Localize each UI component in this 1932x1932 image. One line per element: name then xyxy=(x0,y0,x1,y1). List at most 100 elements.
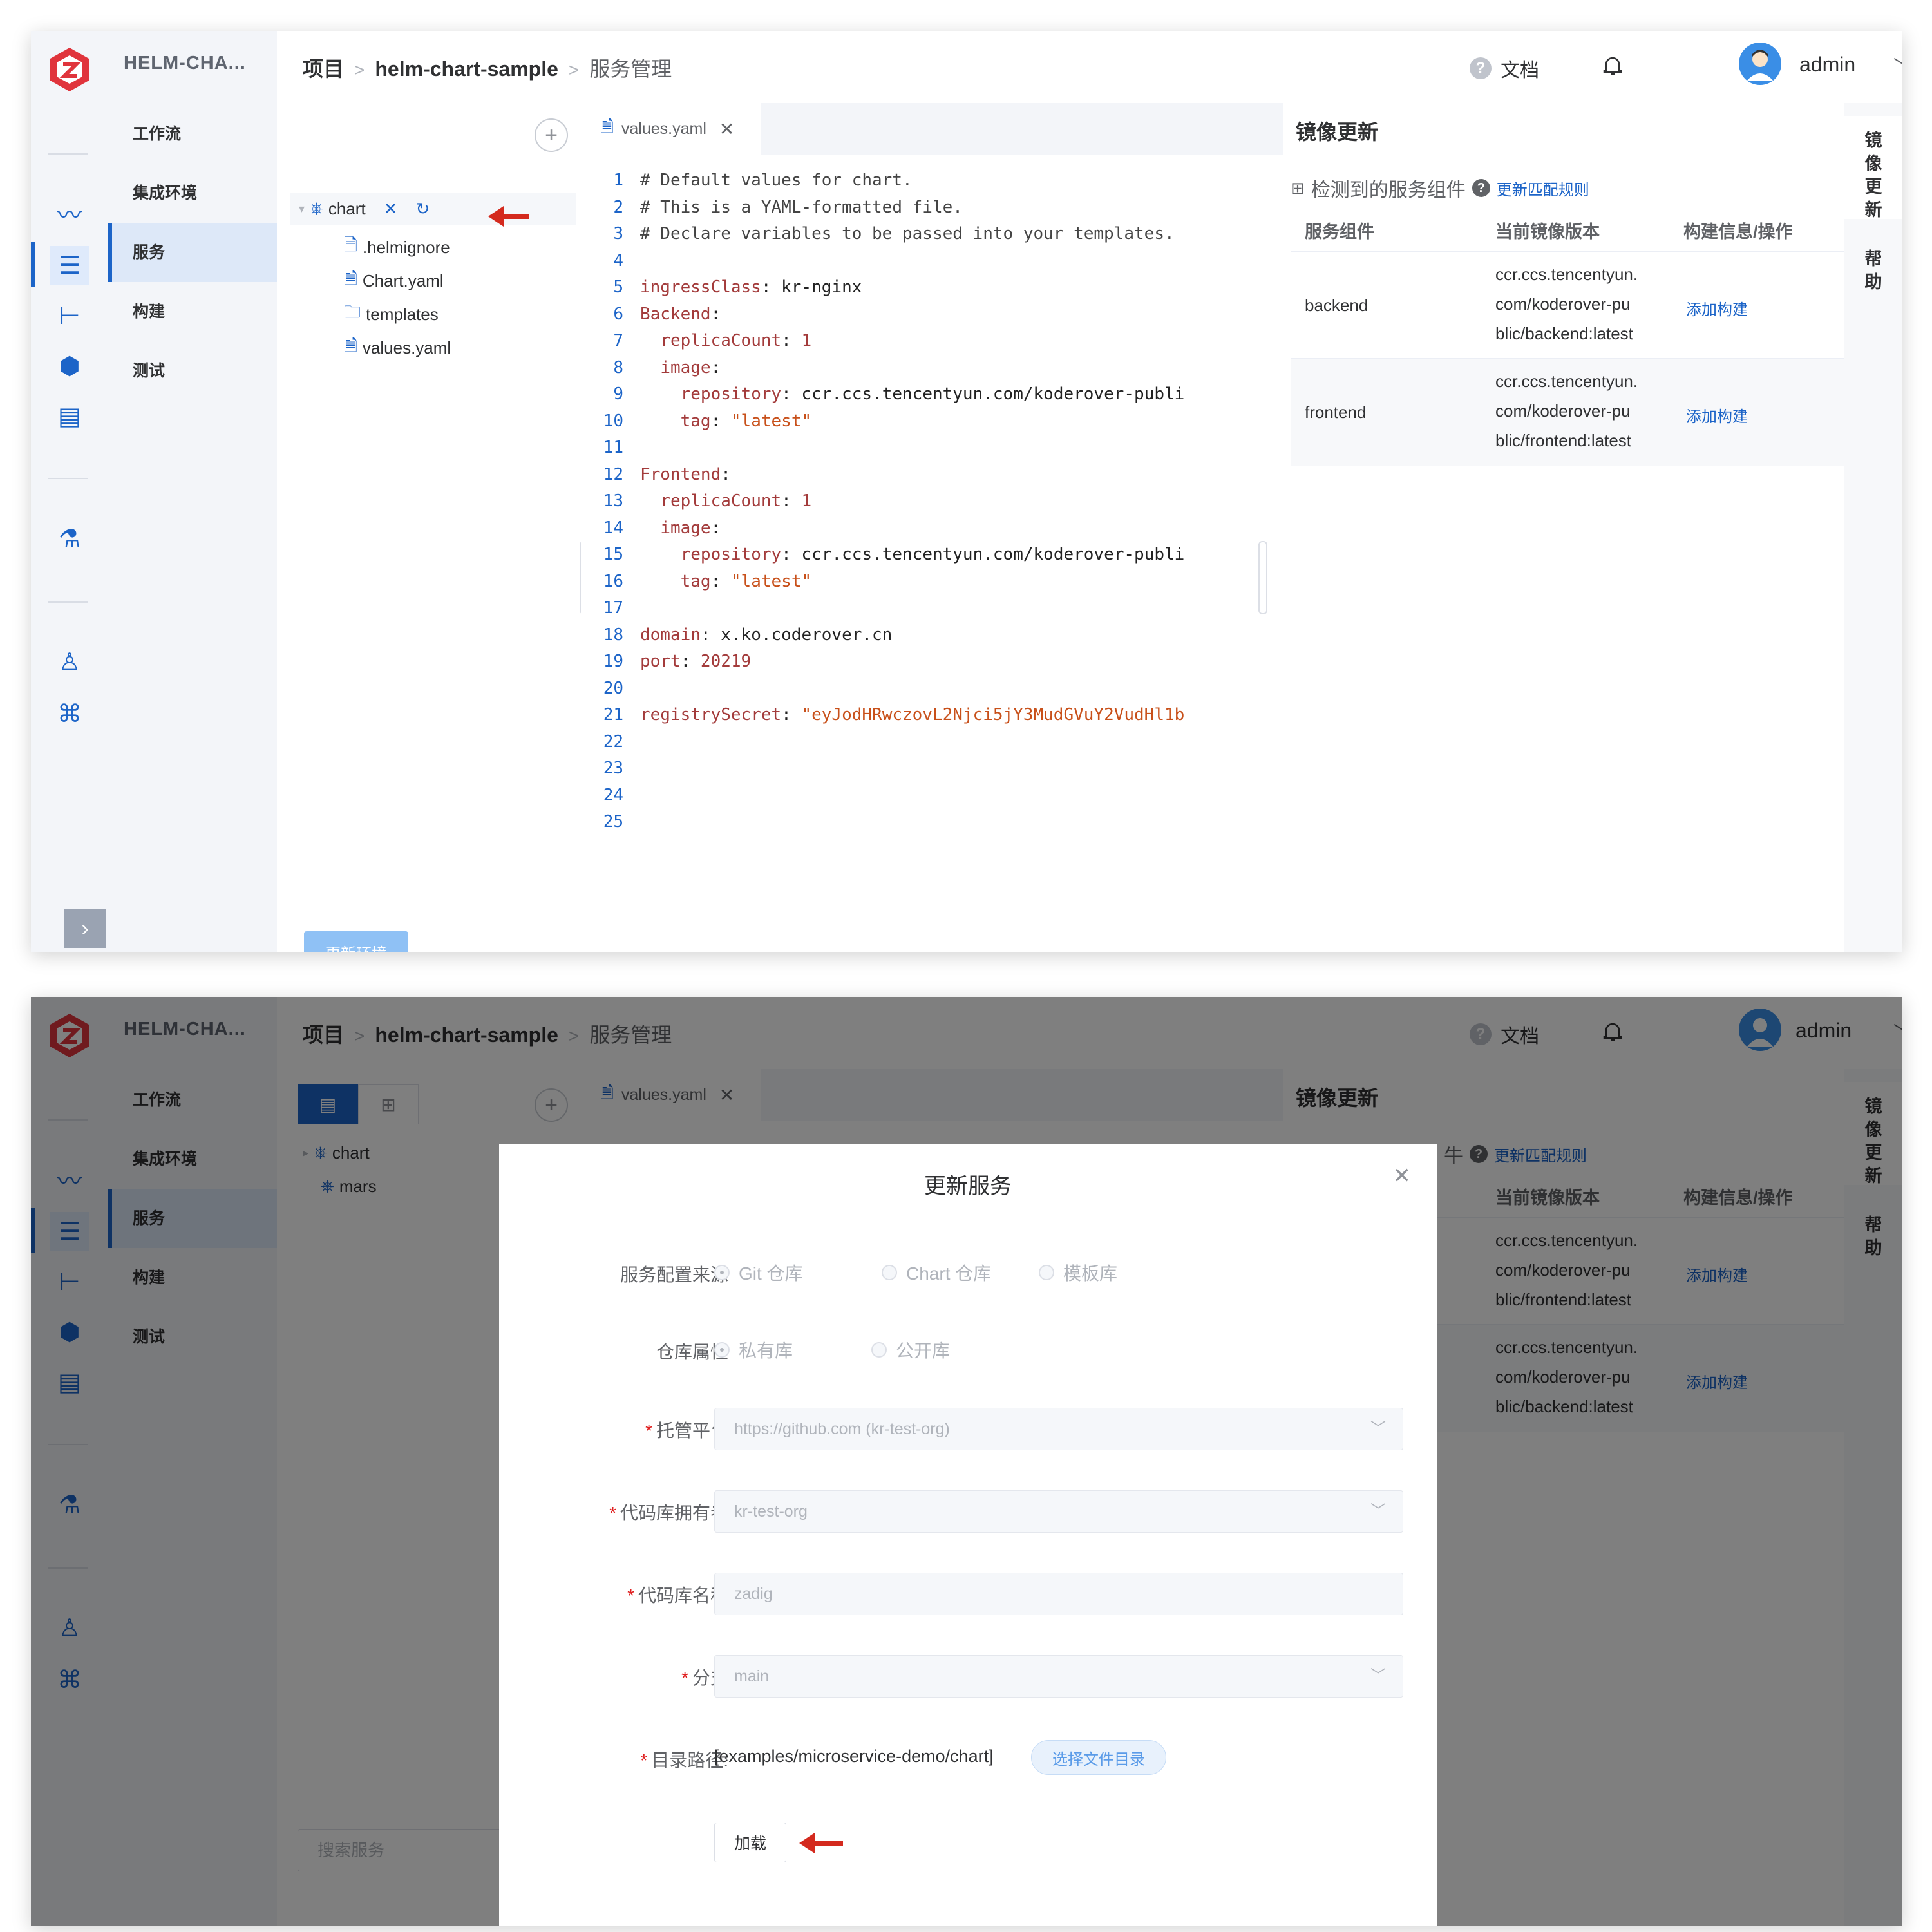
code-line: 22 xyxy=(603,732,623,752)
breadcrumb-separator: > xyxy=(354,60,365,80)
code-area[interactable]: 1 # Default values for chart. 2 # This is a… xyxy=(581,167,1283,876)
breadcrumb-current: 服务管理 xyxy=(589,57,672,80)
avatar[interactable] xyxy=(1739,43,1781,85)
username[interactable]: admin xyxy=(1799,53,1855,77)
code-line: 23 xyxy=(603,759,623,778)
command-icon[interactable]: ⌘ xyxy=(50,694,89,733)
select-value: main xyxy=(734,1667,770,1685)
add-build-link[interactable]: 添加构建 xyxy=(1686,404,1748,426)
nav-service[interactable]: 服务 xyxy=(108,223,277,282)
input-value: zadig xyxy=(734,1585,773,1603)
close-icon[interactable]: ✕ xyxy=(719,118,734,140)
radio-label: 模板库 xyxy=(1063,1264,1118,1283)
tab-values-yaml[interactable]: 🗎 values.yaml ✕ xyxy=(581,103,761,155)
screenshot-update-service-dialog: 〰 ☰ ⊢ ⬢ ▤ ⚗ ♙ ⌘ HELM-CHA... 工作流 集成环境 服务 … xyxy=(31,997,1902,1926)
breadcrumb-project-name[interactable]: helm-chart-sample xyxy=(375,57,558,80)
nav-environment[interactable]: 集成环境 xyxy=(108,164,277,223)
app-title: HELM-CHA... xyxy=(124,53,246,73)
owner-label: * 代码库拥有者 xyxy=(609,1503,728,1523)
radio-template[interactable]: 模板库 xyxy=(1039,1260,1117,1285)
tree-file[interactable]: 🗎 Chart.yaml xyxy=(344,267,444,295)
radio-label: Git 仓库 xyxy=(739,1264,803,1283)
expand-sidebar-button[interactable]: › xyxy=(64,909,106,948)
hexagon-icon[interactable]: ⬢ xyxy=(50,346,89,385)
tab-image-update[interactable]: 镜像更新 xyxy=(1844,116,1902,220)
breadcrumb-separator: > xyxy=(568,60,580,80)
update-service-dialog: 更新服务 ✕ 服务配置来源 Git 仓库 Chart 仓库 模板库 仓库属性 私… xyxy=(499,1144,1437,1926)
list-icon[interactable]: ☰ xyxy=(50,246,89,285)
code-line: 11 xyxy=(603,438,623,457)
splitter-handle[interactable] xyxy=(1258,541,1267,614)
code-line: 25 xyxy=(603,812,623,831)
docs-link[interactable]: ? 文档 xyxy=(1470,54,1539,82)
code-line: 14 image: xyxy=(603,518,721,538)
tree-file[interactable]: 🗎 values.yaml xyxy=(344,334,451,362)
dialog-title: 更新服务 xyxy=(924,1174,1012,1198)
tab-label: values.yaml xyxy=(621,119,706,138)
radio-private[interactable]: 私有库 xyxy=(714,1337,793,1363)
code-line: 15 repository: ccr.ccs.tencentyun.com/ko… xyxy=(603,545,1185,564)
add-build-link[interactable]: 添加构建 xyxy=(1686,297,1748,319)
code-line: 7 replicaCount: 1 xyxy=(613,331,812,350)
load-button[interactable]: 加载 xyxy=(714,1823,786,1862)
help-icon[interactable]: ? xyxy=(1472,179,1490,197)
tree-node-chart[interactable]: ▾ ⎈ chart ✕ ↻ xyxy=(299,198,430,219)
radio-dot xyxy=(882,1265,897,1280)
repo-name-label: * 代码库名称 xyxy=(627,1586,728,1605)
nav-workflow[interactable]: 工作流 xyxy=(108,104,277,164)
vtab-label: 镜像更新 xyxy=(1864,131,1882,220)
dashboard-icon[interactable]: 〰 xyxy=(50,193,89,232)
nav-test[interactable]: 测试 xyxy=(108,341,277,401)
code-line: 17 xyxy=(603,598,623,618)
chevron-down-icon[interactable]: ﹀ xyxy=(1893,53,1902,79)
file-tree-panel: + ▾ ⎈ chart ✕ ↻ 🗎 .helmignore 🗎 Chart.yaml… xyxy=(277,103,589,952)
report-icon[interactable]: ▤ xyxy=(50,397,89,435)
update-rules-link[interactable]: 更新匹配规则 xyxy=(1497,177,1589,200)
radio-label: 私有库 xyxy=(739,1341,793,1361)
radio-public[interactable]: 公开库 xyxy=(871,1337,950,1363)
table-row: frontend ccr.ccs.tencentyun. com/koderove… xyxy=(1291,358,1862,466)
refresh-icon[interactable]: ↻ xyxy=(415,199,430,219)
file-icon: 🗎 xyxy=(344,235,357,254)
vtab-label: 帮助 xyxy=(1864,249,1882,292)
tree-icon[interactable]: ⊢ xyxy=(50,296,89,335)
flask-icon[interactable]: ⚗ xyxy=(50,519,89,558)
tree-file[interactable]: 🗎 .helmignore xyxy=(344,233,450,261)
update-environment-button[interactable]: 更新环境 xyxy=(304,931,408,952)
radio-git[interactable]: Git 仓库 xyxy=(714,1260,803,1285)
nav-build[interactable]: 构建 xyxy=(108,282,277,341)
code-line: 5 ingressClass: kr-nginx xyxy=(613,278,862,297)
code-line: 3 # Declare variables to be passed into y… xyxy=(613,224,1175,243)
component-name: backend xyxy=(1305,296,1368,315)
platform-select[interactable]: https://github.com (kr-test-org) ﹀ xyxy=(714,1408,1403,1450)
code-line: 8 image: xyxy=(613,357,721,377)
image-version: ccr.ccs.tencentyun. com/koderover-pu blic/… xyxy=(1495,260,1638,348)
folder-label: templates xyxy=(366,304,439,324)
owner-select[interactable]: kr-test-org ﹀ xyxy=(714,1490,1403,1533)
tab-help[interactable]: 帮助 xyxy=(1844,247,1902,294)
add-service-button[interactable]: + xyxy=(535,118,568,152)
code-line: 9 repository: ccr.ccs.tencentyun.com/kod… xyxy=(613,384,1185,404)
code-line: 16 tag: "latest" xyxy=(603,571,812,591)
repo-name-input[interactable]: zadig xyxy=(714,1573,1403,1615)
close-icon[interactable]: ✕ xyxy=(384,199,398,219)
choose-directory-button[interactable]: 选择文件目录 xyxy=(1031,1740,1166,1775)
screenshot-service-management: 〰 ☰ ⊢ ⬢ ▤ ⚗ ♙ ⌘ › HELM-CHA... 工作流 集成环境 服… xyxy=(31,31,1902,952)
image-version: ccr.ccs.tencentyun. com/koderover-pu blic/… xyxy=(1495,366,1638,455)
branch-select[interactable]: main ﹀ xyxy=(714,1655,1403,1698)
caret-down-icon: ▾ xyxy=(299,202,305,215)
grid-icon: ⊞ xyxy=(1291,178,1305,198)
code-line: 12 Frontend: xyxy=(603,464,731,484)
code-line: 20 xyxy=(603,678,623,698)
vertical-tabs: 镜像更新 帮助 xyxy=(1844,103,1902,952)
tree-folder[interactable]: 🗀 templates xyxy=(344,300,439,328)
file-label: values.yaml xyxy=(362,337,451,357)
radio-chart[interactable]: Chart 仓库 xyxy=(882,1260,991,1285)
file-icon: 🗎 xyxy=(344,336,357,355)
image-line: blic/frontend:latest xyxy=(1495,431,1632,450)
close-icon[interactable]: ✕ xyxy=(1393,1163,1412,1189)
breadcrumb-project[interactable]: 项目 xyxy=(303,57,344,80)
bell-icon[interactable] xyxy=(1600,53,1625,79)
code-line: 19 port: 20219 xyxy=(603,652,752,671)
user-list-icon[interactable]: ♙ xyxy=(50,643,89,681)
